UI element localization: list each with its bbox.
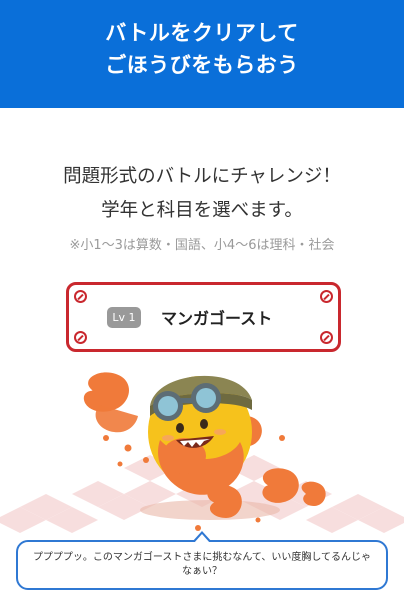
header-title-line2: ごほうびをもらおう xyxy=(105,53,299,77)
screw-icon xyxy=(74,331,87,344)
intro-section: 問題形式のバトルにチャレンジ！ 学年と科目を選べます。 ※小1〜3は算数・国語、… xyxy=(0,160,404,253)
intro-note: ※小1〜3は算数・国語、小4〜6は理科・社会 xyxy=(69,238,335,253)
screw-icon xyxy=(320,290,333,303)
intro-line2: 学年と科目を選べます。 xyxy=(101,200,303,221)
ghost-character-illustration xyxy=(0,372,404,533)
ghost-body xyxy=(148,375,252,495)
header-banner: バトルをクリアして ごほうびをもらおう xyxy=(0,0,404,108)
battle-stage xyxy=(0,360,404,560)
enemy-name-plate: Lv 1 マンガゴースト xyxy=(66,282,341,352)
orange-swirl-cloud xyxy=(83,372,149,467)
header-title-line1: バトルをクリアして xyxy=(105,21,299,45)
enemy-name: マンガゴースト xyxy=(161,309,273,328)
speech-bubble: ププププッ。このマンガゴーストさまに挑むなんて、いい度胸してるんじゃなぁい？ xyxy=(16,531,388,590)
intro-line1: 問題形式のバトルにチャレンジ！ xyxy=(63,166,341,187)
screw-icon xyxy=(74,290,87,303)
screw-icon xyxy=(320,331,333,344)
level-badge: Lv 1 xyxy=(107,306,141,328)
speech-text: ププププッ。このマンガゴーストさまに挑むなんて、いい度胸してるんじゃなぁい？ xyxy=(32,552,372,577)
